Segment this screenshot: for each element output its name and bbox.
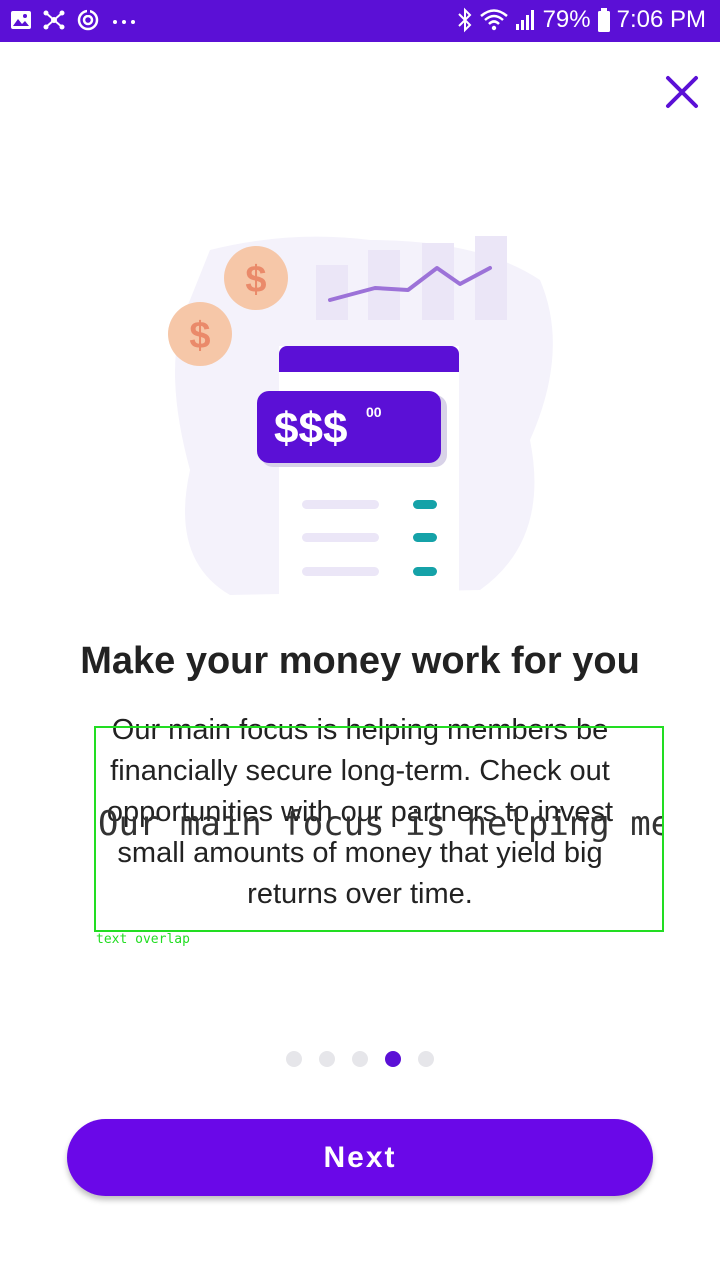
gallery-icon bbox=[10, 9, 32, 31]
bar-1 bbox=[316, 265, 348, 320]
overlap-ghost-text: Our main focus is helping members be bbox=[98, 804, 662, 844]
list-marker bbox=[413, 533, 437, 542]
list-marker bbox=[413, 567, 437, 576]
next-button[interactable]: Next bbox=[67, 1119, 653, 1196]
list-line bbox=[302, 533, 379, 542]
page-dot-active[interactable] bbox=[385, 1051, 401, 1067]
list-marker bbox=[413, 500, 437, 509]
page-dot[interactable] bbox=[418, 1051, 434, 1067]
page-title: Make your money work for you bbox=[80, 640, 640, 682]
close-button[interactable] bbox=[660, 70, 704, 114]
close-icon bbox=[666, 76, 698, 108]
bar-2 bbox=[368, 250, 400, 320]
status-right: 79% 7:06 PM bbox=[457, 6, 706, 34]
amount-text: $$$ bbox=[274, 404, 347, 453]
bar-3 bbox=[422, 243, 454, 320]
svg-text:$: $ bbox=[245, 259, 266, 301]
battery-percent: 79% bbox=[542, 6, 591, 33]
wifi-icon bbox=[479, 8, 509, 32]
status-time: 7:06 PM bbox=[616, 6, 706, 33]
bluetooth-icon bbox=[457, 7, 473, 33]
bar-4 bbox=[475, 236, 507, 320]
coin-icon: $ bbox=[224, 246, 288, 310]
list-line bbox=[302, 567, 379, 576]
sync-icon bbox=[76, 8, 100, 32]
signal-icon bbox=[515, 8, 537, 32]
coin-icon: $ bbox=[168, 302, 232, 366]
money-illustration: $ $ $$$ 00 bbox=[150, 210, 570, 610]
page-dot[interactable] bbox=[286, 1051, 302, 1067]
page-dot[interactable] bbox=[319, 1051, 335, 1067]
list-line bbox=[302, 500, 379, 509]
more-icon bbox=[110, 9, 138, 31]
battery-icon bbox=[597, 7, 611, 33]
overlap-highlight-box: Our main focus is helping members be bbox=[94, 726, 664, 932]
status-left-icons bbox=[10, 8, 138, 32]
document-card bbox=[279, 346, 459, 596]
status-bar: 79% 7:06 PM bbox=[0, 0, 720, 42]
page-dot[interactable] bbox=[352, 1051, 368, 1067]
page-indicator bbox=[0, 1051, 720, 1067]
amount-cents: 00 bbox=[366, 404, 382, 420]
network-icon bbox=[42, 8, 66, 32]
overlap-label: text overlap bbox=[96, 932, 190, 947]
svg-text:$: $ bbox=[189, 315, 210, 357]
